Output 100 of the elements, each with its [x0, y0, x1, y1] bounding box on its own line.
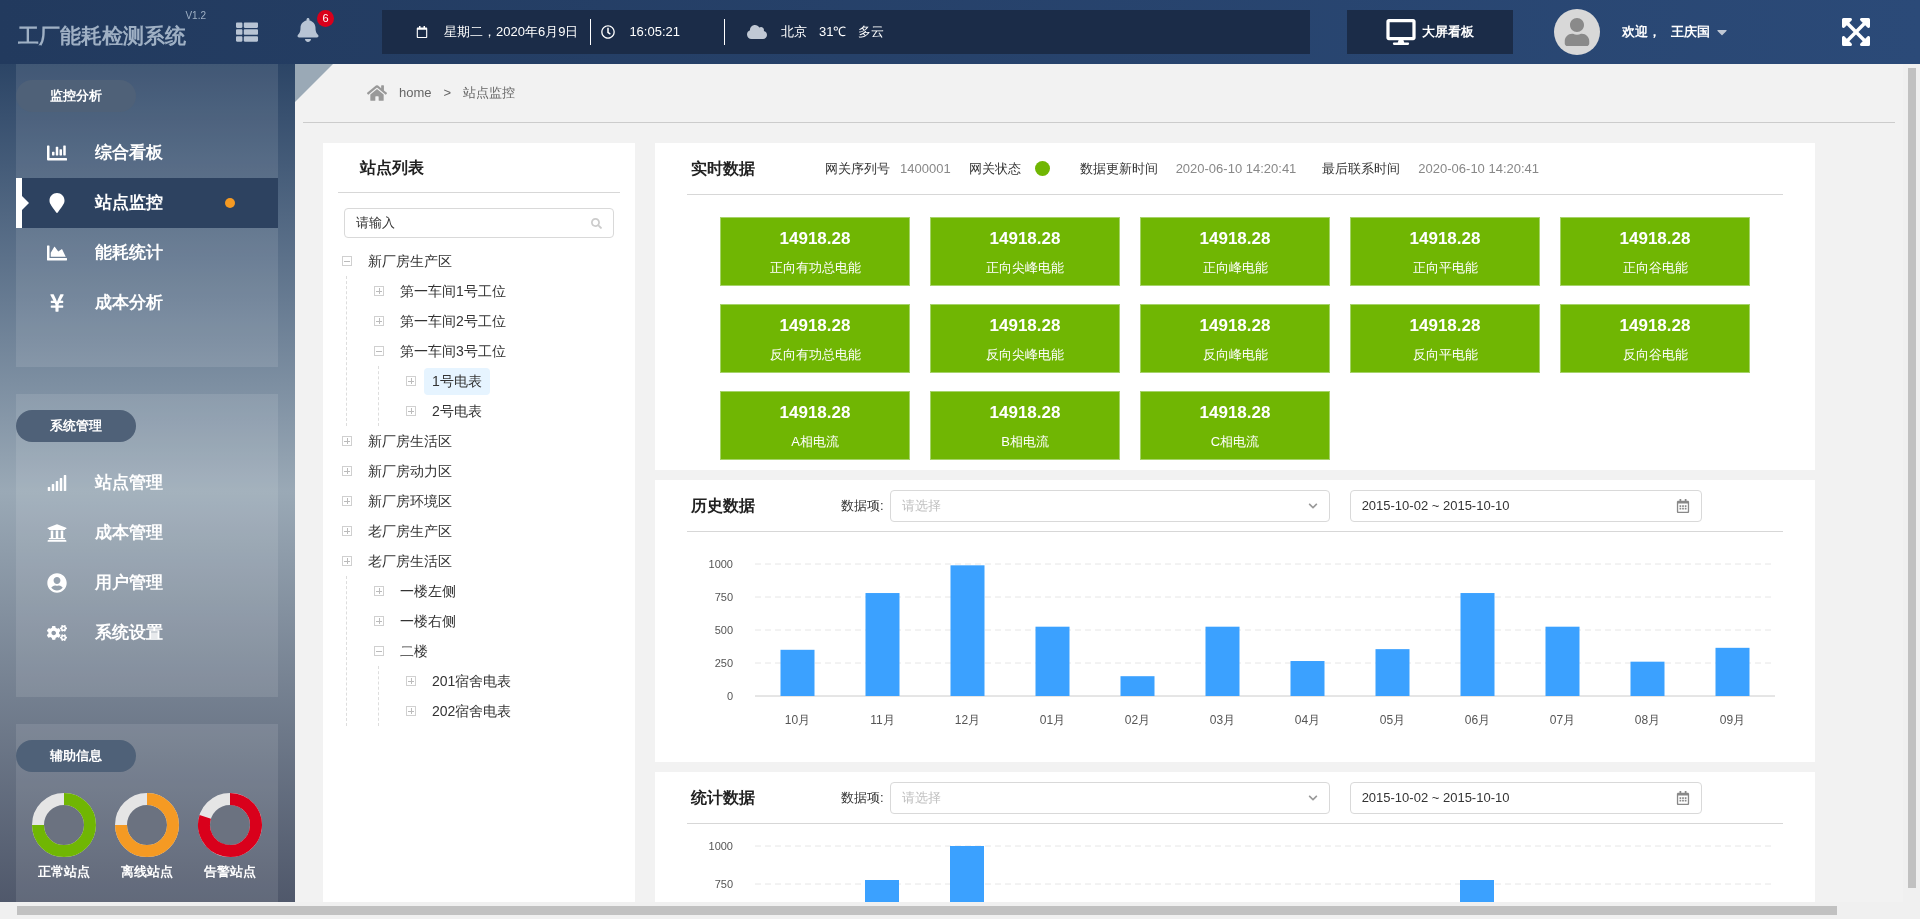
- expand-icon[interactable]: [406, 376, 416, 386]
- tree-item[interactable]: 201宿舍电表: [424, 667, 520, 695]
- y-tick-label: 750: [714, 878, 733, 890]
- x-tick-label: 04月: [1294, 713, 1321, 727]
- x-tick-label: 09月: [1719, 713, 1746, 727]
- panel-title: 历史数据: [691, 495, 755, 516]
- menu-button[interactable]: [234, 19, 260, 45]
- fullscreen-icon: [1840, 16, 1872, 48]
- bell-icon: [296, 17, 320, 42]
- tree-item[interactable]: 第一车间2号工位: [392, 307, 514, 335]
- tree-item[interactable]: 一楼右侧: [392, 607, 464, 635]
- person-silhouette-icon: [1563, 18, 1591, 46]
- section-title: 辅助信息: [16, 739, 136, 772]
- collapse-icon[interactable]: [342, 256, 352, 266]
- tree-item[interactable]: 二楼: [392, 637, 436, 665]
- metric-value: 14918.28: [989, 228, 1061, 250]
- map-pin-icon: [47, 193, 67, 213]
- tree-item[interactable]: 老厂房生活区: [360, 547, 460, 575]
- chevron-icon: [1307, 792, 1318, 803]
- panel-title: 站点列表: [338, 143, 620, 193]
- expand-icon[interactable]: [374, 286, 384, 296]
- x-tick-label: 03月: [1209, 713, 1236, 727]
- x-tick-label: 08月: [1634, 713, 1661, 727]
- date-range-field[interactable]: 2015-10-02 ~ 2015-10-10: [1349, 781, 1702, 814]
- y-tick-label: 250: [714, 657, 733, 669]
- tree-item[interactable]: 第一车间1号工位: [392, 277, 514, 305]
- fullscreen-button[interactable]: [1840, 16, 1872, 48]
- metric-label: 正向有功总电能: [769, 258, 861, 277]
- x-tick-label: 06月: [1464, 713, 1491, 727]
- metric-label: 正向谷电能: [1622, 258, 1688, 277]
- bar: [1290, 661, 1325, 696]
- selection-pointer: [22, 196, 29, 210]
- yen-icon: [47, 293, 67, 313]
- tree-item[interactable]: 新厂房动力区: [360, 457, 460, 485]
- y-tick-label: 0: [726, 690, 733, 702]
- city-text: 北京: [781, 23, 807, 42]
- metric-value: 14918.28: [1409, 315, 1481, 337]
- expand-icon[interactable]: [342, 556, 352, 566]
- tree-item[interactable]: 一楼左侧: [392, 577, 464, 605]
- x-tick-label: 02月: [1124, 713, 1151, 727]
- expand-icon[interactable]: [406, 406, 416, 416]
- menu-icon: [236, 21, 258, 43]
- monitor-icon: [1386, 19, 1416, 45]
- chevron-icon: [1307, 500, 1318, 511]
- bar: [1120, 676, 1155, 696]
- expand-icon[interactable]: [374, 616, 384, 626]
- signal-icon: [47, 472, 67, 493]
- metric-label: 反向尖峰电能: [986, 345, 1064, 364]
- collapse-icon[interactable]: [374, 646, 384, 656]
- clock-icon: [601, 25, 616, 39]
- bar-chart-icon: [47, 143, 67, 163]
- update-time: 2020-06-10 14:20:41: [1175, 159, 1297, 178]
- metric-value: 14918.28: [1619, 228, 1691, 250]
- tree-item[interactable]: 2号电表: [424, 397, 490, 425]
- tree-item[interactable]: 新厂房生产区: [360, 247, 460, 275]
- serial-label: 网关序列号: [825, 159, 890, 178]
- expand-icon[interactable]: [342, 526, 352, 536]
- x-tick-label: 07月: [1549, 713, 1576, 727]
- breadcrumb-link[interactable]: home: [399, 83, 432, 103]
- date-text: 星期二，2020年6月9日: [444, 23, 579, 42]
- big-screen-button[interactable]: 大屏看板: [1347, 10, 1513, 54]
- bank-icon: [47, 522, 67, 543]
- menu-item[interactable]: 站点监控: [16, 178, 278, 228]
- tree-item[interactable]: 202宿舍电表: [424, 697, 520, 725]
- time-text: 16:05:21: [629, 23, 680, 42]
- bar: [865, 880, 899, 902]
- search-field[interactable]: 请输入: [344, 208, 614, 238]
- contact-label: 最后联系时间: [1322, 159, 1401, 178]
- metric-label: 反向平电能: [1412, 345, 1478, 364]
- expand-icon[interactable]: [374, 586, 384, 596]
- update-label: 数据更新时间: [1079, 159, 1158, 178]
- metric-value: 14918.28: [779, 402, 851, 424]
- menu-item[interactable]: 综合看板: [16, 128, 278, 178]
- bar: [1460, 880, 1494, 902]
- expand-icon[interactable]: [342, 466, 352, 476]
- tree-item[interactable]: 新厂房环境区: [360, 487, 460, 515]
- calendar-icon: [1675, 498, 1690, 513]
- tree-item[interactable]: 老厂房生产区: [360, 517, 460, 545]
- tree-item[interactable]: 1号电表: [424, 367, 490, 395]
- metric-value: 14918.28: [1619, 315, 1691, 337]
- collapse-icon[interactable]: [374, 346, 384, 356]
- tree-item[interactable]: 第一车间3号工位: [392, 337, 514, 365]
- expand-icon[interactable]: [342, 436, 352, 446]
- panel-title: 实时数据: [691, 158, 755, 179]
- y-tick-label: 1000: [708, 840, 733, 852]
- menu-item[interactable]: 能耗统计: [16, 228, 278, 278]
- date-range-field[interactable]: 2015-10-02 ~ 2015-10-10: [1349, 489, 1702, 522]
- weather-text: 多云: [858, 23, 885, 42]
- x-tick-label: 11月: [870, 713, 895, 727]
- expand-icon[interactable]: [342, 496, 352, 506]
- metric-value: 14918.28: [1409, 228, 1481, 250]
- calendar-icon: [416, 26, 428, 38]
- expand-icon[interactable]: [406, 706, 416, 716]
- menu-item[interactable]: 成本分析: [16, 278, 278, 328]
- expand-icon[interactable]: [406, 676, 416, 686]
- metric-value: 14918.28: [989, 402, 1061, 424]
- tree-item[interactable]: 新厂房生活区: [360, 427, 460, 455]
- metric-label: 正向尖峰电能: [986, 258, 1064, 277]
- expand-icon[interactable]: [374, 316, 384, 326]
- breadcrumb-separator: >: [443, 84, 452, 103]
